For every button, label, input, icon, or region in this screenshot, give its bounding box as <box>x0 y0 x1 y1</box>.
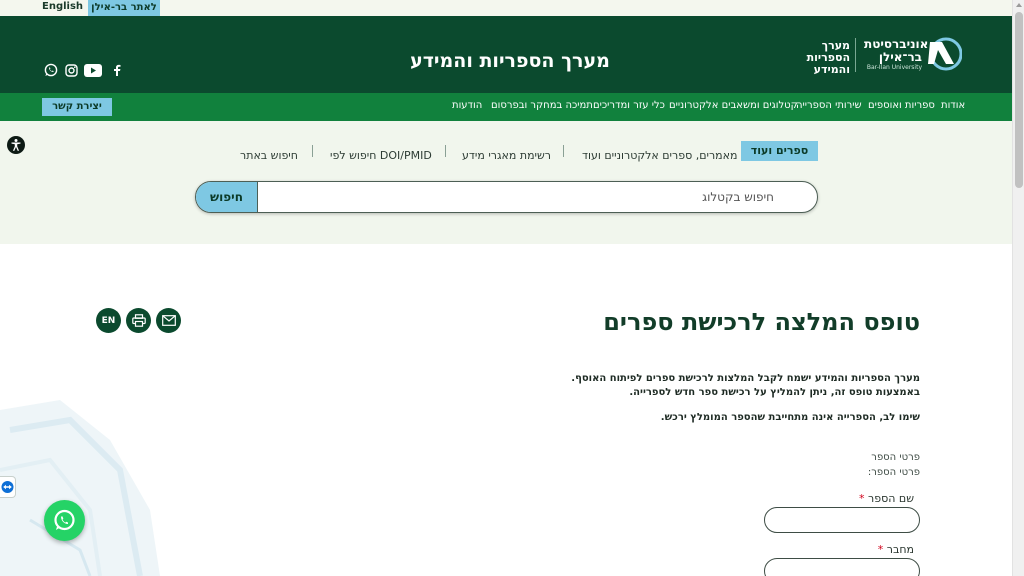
english-link[interactable]: English <box>42 1 83 12</box>
university-name-en: Bar-Ilan University <box>866 64 922 71</box>
book-title-field[interactable] <box>764 507 920 533</box>
bar-ilan-logo-icon[interactable] <box>926 36 962 72</box>
email-icon[interactable] <box>156 308 181 333</box>
university-name: אוניברסיטת בר־אילן <box>864 37 929 64</box>
author-label: מחבר * <box>760 543 914 556</box>
section-label: פרטי הספר <box>871 452 920 463</box>
page-scrollbar[interactable] <box>1012 0 1024 576</box>
tab-doi-search[interactable]: חיפוש לפי DOI/PMID <box>330 149 432 162</box>
nav-item-about[interactable]: אודות <box>941 100 965 111</box>
site-title: מערך הספריות והמידע <box>410 50 610 72</box>
logo-divider <box>855 38 856 72</box>
print-icon[interactable] <box>126 308 151 333</box>
nav-item-services[interactable]: שירותי הספרייה <box>796 100 862 111</box>
facebook-icon[interactable] <box>108 62 126 78</box>
section-label: פרטי הספר: <box>867 467 920 478</box>
book-title-label: שם הספר * <box>760 492 914 505</box>
author-field[interactable] <box>764 558 920 576</box>
site-header: אוניברסיטת בר־אילן Bar-Ilan University מ… <box>0 16 1012 93</box>
tab-separator <box>563 145 564 157</box>
scroll-thumb[interactable] <box>1015 12 1023 188</box>
disclaimer-note: שימו לב, הספרייה אינה מתחייבת שהספר המומ… <box>660 412 920 423</box>
instagram-icon[interactable] <box>62 62 80 78</box>
nav-item-catalogs[interactable]: קטלוגים ומשאבים אלקטרוניים <box>669 100 798 111</box>
field-label-text: שם הספר <box>868 492 914 505</box>
library-logo-text[interactable]: מערך הספריות והמידע <box>796 40 850 76</box>
nav-item-announcements[interactable]: הודעות <box>452 100 482 111</box>
tab-databases[interactable]: רשימת מאגרי מידע <box>462 149 551 162</box>
nav-item-libraries[interactable]: ספריות ואוספים <box>868 100 935 111</box>
field-label-text: מחבר <box>886 543 914 556</box>
nav-item-research-support[interactable]: תמיכה במחקר ובפרסום <box>491 100 593 111</box>
tab-separator <box>445 145 446 157</box>
intro-line: מערך הספריות והמידע ישמח לקבל המלצות לרכ… <box>571 373 920 384</box>
english-version-button[interactable]: EN <box>96 308 121 333</box>
contact-button[interactable]: יצירת קשר <box>42 98 112 116</box>
page-title: טופס המלצה לרכישת ספרים <box>603 308 920 336</box>
whatsapp-chat-button[interactable] <box>44 500 85 541</box>
tab-site-search[interactable]: חיפוש באתר <box>240 149 298 162</box>
search-button[interactable]: חיפוש <box>196 182 258 212</box>
youtube-icon[interactable] <box>84 62 102 78</box>
top-strip: English לאתר בר-אילן <box>0 0 1012 16</box>
decorative-background-shape <box>0 400 160 576</box>
tab-articles[interactable]: מאמרים, ספרים אלקטרוניים ועוד <box>582 149 737 162</box>
scroll-up-arrow[interactable] <box>1016 3 1022 7</box>
required-mark: * <box>859 492 865 505</box>
tab-books[interactable]: ספרים ועוד <box>741 141 818 161</box>
required-mark: * <box>877 543 884 556</box>
nav-item-guides[interactable]: כלי עזר ומדריכים <box>593 100 665 111</box>
intro-line: באמצעות טופס זה, ניתן להמליץ על רכישת ספ… <box>629 387 920 398</box>
tab-separator <box>312 145 313 157</box>
whatsapp-icon[interactable] <box>42 62 60 78</box>
catalog-search-box: חיפוש <box>195 181 818 213</box>
main-nav: אודות ספריות ואוספים שירותי הספרייה קטלו… <box>0 93 1012 121</box>
accessibility-icon[interactable] <box>7 136 25 154</box>
catalog-search-input[interactable] <box>258 182 816 212</box>
main-site-link[interactable]: לאתר בר-אילן <box>88 0 160 16</box>
teamviewer-tab[interactable] <box>0 476 16 498</box>
intro-text: מערך הספריות והמידע ישמח לקבל המלצות לרכ… <box>520 372 920 400</box>
